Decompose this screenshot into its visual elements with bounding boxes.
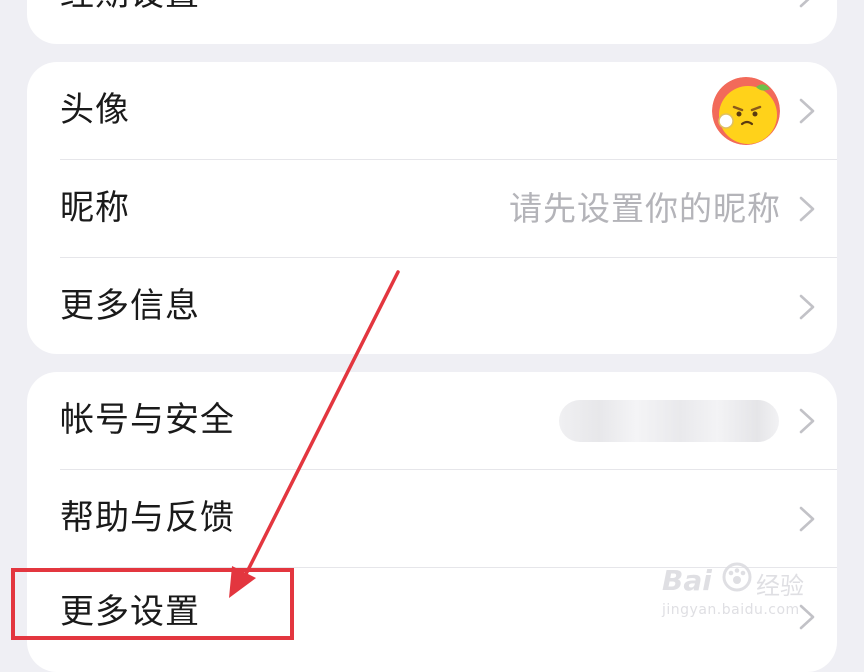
row-label: 帐号与安全 (60, 400, 235, 440)
row-avatar[interactable]: 头像 (27, 62, 837, 159)
watermark-brand: Bai (662, 564, 712, 597)
nickname-placeholder: 请先设置你的昵称 (509, 189, 781, 228)
chevron-right-icon (799, 506, 815, 532)
row-nickname[interactable]: 昵称 请先设置你的昵称 (27, 160, 837, 257)
chevron-right-icon (799, 196, 815, 222)
row-label: 帮助与反馈 (60, 498, 235, 538)
chevron-right-icon (799, 98, 815, 124)
row-help-feedback[interactable]: 帮助与反馈 (27, 470, 837, 567)
row-label: 更多信息 (60, 286, 200, 326)
row-account-security[interactable]: 帐号与安全 (27, 372, 837, 469)
chevron-right-icon (799, 294, 815, 320)
row-more-info[interactable]: 更多信息 (27, 258, 837, 354)
red-highlight-box (11, 568, 294, 640)
blurred-account-value (559, 400, 779, 442)
baidu-watermark: Bai 经验 jingyan.baidu.com (660, 556, 820, 626)
chevron-right-icon (799, 408, 815, 434)
row-label: 头像 (60, 90, 130, 130)
row-label: 昵称 (60, 188, 130, 228)
profile-card: 头像 昵称 请先设置你的昵称 更多信息 (27, 62, 837, 354)
watermark-url: jingyan.baidu.com (662, 602, 800, 618)
watermark-brand-cn: 经验 (756, 572, 804, 600)
top-settings-card: 经期设置 (27, 0, 837, 44)
row-period-settings[interactable]: 经期设置 (27, 0, 837, 43)
avatar[interactable] (712, 77, 780, 145)
chevron-right-icon (799, 0, 810, 8)
row-label: 经期设置 (60, 0, 200, 43)
paw-icon (722, 562, 752, 592)
